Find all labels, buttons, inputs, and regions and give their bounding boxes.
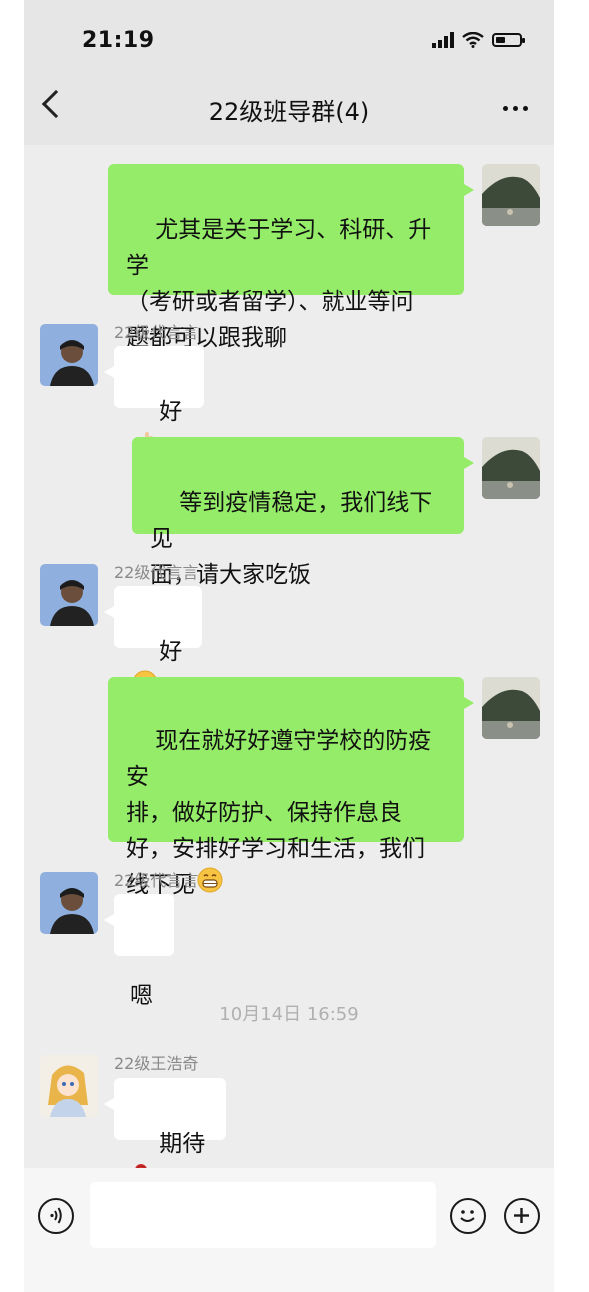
message-input[interactable] <box>90 1182 436 1248</box>
message-bubble-outgoing[interactable]: 等到疫情稳定，我们线下见 面，请大家吃饭 <box>132 437 474 588</box>
message-bubble-incoming[interactable]: 期待 <box>104 1078 226 1189</box>
chat-screen: 21:19 22级班导群(4) 尤其是关于学习、科研、升学 （考研或者留学）、就… <box>24 0 554 1292</box>
my-avatar[interactable] <box>482 437 540 499</box>
message-bubble-incoming[interactable]: 嗯 <box>104 894 174 1009</box>
my-avatar[interactable] <box>482 164 540 226</box>
message-bubble-incoming[interactable]: 好 <box>104 586 202 696</box>
signal-icon <box>432 32 454 48</box>
message-bubble-incoming[interactable]: 好 <box>104 346 204 453</box>
voice-icon[interactable] <box>38 1198 74 1234</box>
message-bubble-outgoing[interactable]: 现在就好好遵守学校的防疫安 排，做好防护、保持作息良 好，安排好学习和生活，我们… <box>108 677 474 898</box>
sender-name: 22级代言言 <box>114 871 199 890</box>
status-icons <box>432 32 525 48</box>
wifi-icon <box>462 32 484 48</box>
input-bar <box>24 1168 554 1292</box>
sender-name: 22级王浩奇 <box>114 1054 199 1073</box>
my-avatar[interactable] <box>482 677 540 739</box>
message-text: 好 <box>159 639 183 665</box>
message-text: 期待 <box>159 1131 206 1157</box>
message-text: 好 <box>159 399 183 425</box>
sender-name: 22级代言言 <box>114 563 199 582</box>
status-time: 21:19 <box>82 28 155 53</box>
top-bar: 21:19 22级班导群(4) <box>24 0 554 145</box>
sender-avatar[interactable] <box>40 1055 98 1117</box>
more-options-button[interactable] <box>503 106 528 111</box>
sender-avatar[interactable] <box>40 872 98 934</box>
sender-avatar[interactable] <box>40 324 98 386</box>
chat-title: 22级班导群(4) <box>208 98 370 126</box>
emoji-icon[interactable] <box>450 1198 486 1234</box>
sender-avatar[interactable] <box>40 564 98 626</box>
plus-icon[interactable] <box>504 1198 540 1234</box>
battery-icon <box>492 33 525 47</box>
grin-emoji <box>197 867 223 904</box>
message-bubble-outgoing[interactable]: 尤其是关于学习、科研、升学 （考研或者留学）、就业等问 题都可以跟我聊 <box>108 164 474 351</box>
sender-name: 22级代言言 <box>114 323 199 342</box>
timestamp-divider: 10月14日 16:59 <box>219 1004 359 1025</box>
